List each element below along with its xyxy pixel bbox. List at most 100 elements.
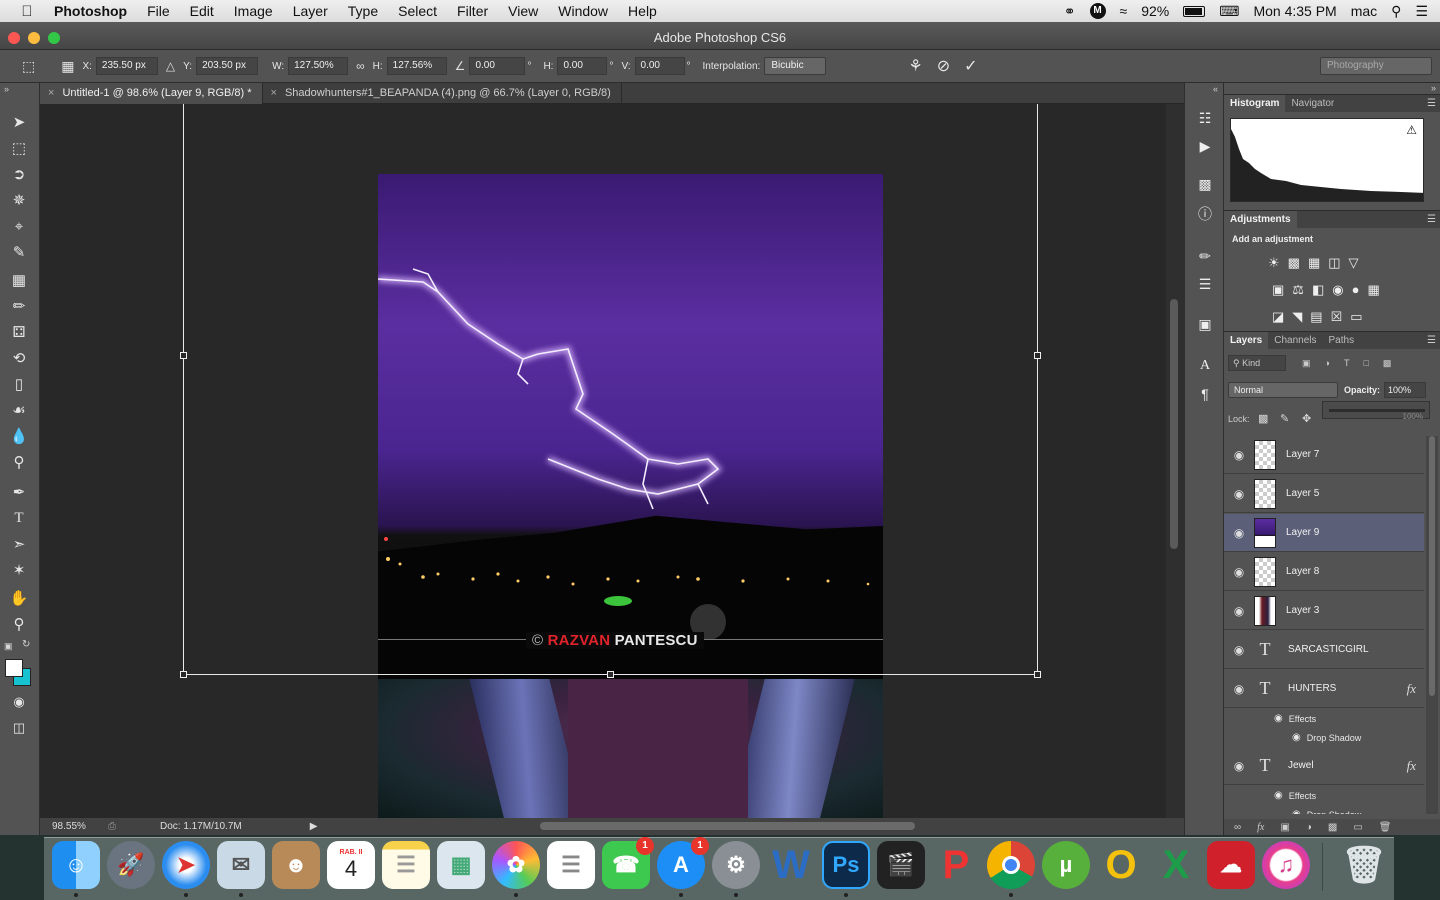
malwarebytes-icon[interactable]: M — [1089, 3, 1106, 19]
link-icon[interactable]: ∞ — [356, 59, 365, 73]
layer-row[interactable]: ◉ Layer 3 — [1224, 592, 1424, 630]
app-store-icon[interactable]: A1 — [657, 837, 709, 889]
menu-filter[interactable]: Filter — [447, 3, 498, 19]
3d-tool-icon[interactable]: ✶ — [6, 559, 32, 581]
facetime-icon[interactable]: ☎ 1 — [602, 837, 654, 889]
magic-wand-tool-icon[interactable]: ✵ — [6, 189, 32, 211]
y-position-field[interactable]: 203.50 px — [196, 57, 259, 75]
wps-presentation-icon[interactable]: P — [932, 841, 980, 889]
curves-icon[interactable]: ▦ — [1308, 255, 1328, 270]
panel-menu-icon[interactable]: ☰ — [1427, 214, 1436, 225]
marquee-tool-icon[interactable]: ⬚ — [6, 137, 32, 159]
brush-tool-icon[interactable]: ✏ — [6, 295, 32, 317]
add-layer-style-icon[interactable]: fx — [1257, 822, 1264, 833]
vertical-scroll-thumb[interactable] — [1170, 299, 1178, 549]
type-tool-icon[interactable]: T — [6, 507, 32, 529]
reminders-icon[interactable]: ☰ — [547, 841, 595, 889]
layer-row[interactable]: ◉ T Jewel fx — [1224, 747, 1424, 785]
layer-name[interactable]: Layer 7 — [1286, 449, 1319, 460]
zoom-level[interactable]: 98.55% — [52, 821, 98, 832]
add-mask-icon[interactable]: ▣ — [1280, 822, 1289, 833]
history-brush-tool-icon[interactable]: ⟲ — [6, 347, 32, 369]
relative-position-icon[interactable]: △ — [166, 59, 175, 73]
drop-shadow-eye-icon[interactable]: ◉ — [1292, 732, 1301, 743]
brush-presets-panel-icon[interactable]: ✏ — [1193, 245, 1217, 267]
visibility-eye-icon[interactable]: ◉ — [1224, 643, 1254, 657]
info-panel-icon[interactable]: ⓘ — [1193, 203, 1217, 225]
battery-percent[interactable]: 92% — [1141, 3, 1169, 19]
layer-name[interactable]: HUNTERS — [1288, 683, 1336, 694]
levels-icon[interactable]: ▩ — [1288, 255, 1308, 270]
menu-window[interactable]: Window — [548, 3, 618, 19]
layer-name[interactable]: Jewel — [1288, 760, 1314, 771]
effects-row[interactable]: ◉ Effects — [1224, 709, 1424, 728]
3d-panel-icon[interactable]: ▩ — [1193, 173, 1217, 195]
layer-row-selected[interactable]: ◉ Layer 9 — [1224, 514, 1424, 552]
layer-row[interactable]: ◉ T HUNTERS fx — [1224, 670, 1424, 708]
paint-bucket-tool-icon[interactable]: ☙ — [6, 399, 32, 421]
link-layers-icon[interactable]: ∞ — [1234, 822, 1241, 833]
drop-shadow-row[interactable]: ◉ Drop Shadow — [1224, 728, 1424, 747]
tab-channels[interactable]: Channels — [1268, 332, 1322, 350]
transform-bounding-box[interactable] — [180, 104, 1041, 678]
properties-panel-icon[interactable]: ☰ — [1193, 273, 1217, 295]
brightness-contrast-icon[interactable]: ☀ — [1268, 255, 1288, 270]
visibility-eye-icon[interactable]: ◉ — [1224, 487, 1254, 501]
healing-brush-tool-icon[interactable]: ▦ — [6, 269, 32, 291]
safari-icon[interactable]: ➤ — [162, 841, 210, 889]
move-tool-icon[interactable]: ➤ — [6, 111, 32, 133]
layers-scrollbar[interactable] — [1426, 436, 1438, 814]
canvas-area[interactable]: © RAZVAN PANTESCU — [40, 104, 1166, 818]
drop-shadow-row[interactable]: ◉ Drop Shadow — [1224, 805, 1424, 814]
tab-shadowhunters[interactable]: × Shadowhunters#1_BEAPANDA (4).png @ 66.7… — [263, 83, 622, 104]
tab-layers[interactable]: Layers — [1224, 331, 1269, 350]
exposure-icon[interactable]: ◫ — [1328, 255, 1348, 270]
menu-image[interactable]: Image — [224, 3, 283, 19]
transform-handle[interactable] — [1034, 352, 1041, 359]
tab-untitled-1[interactable]: × Untitled-1 @ 98.6% (Layer 9, RGB/8) * — [40, 83, 263, 104]
panel-collapse-icon[interactable]: » — [1431, 83, 1436, 93]
hue-saturation-icon[interactable]: ▣ — [1272, 282, 1292, 297]
notes-icon[interactable]: ☰ — [382, 841, 430, 889]
opacity-slider-popup[interactable]: 100% — [1322, 401, 1430, 421]
effects-eye-icon[interactable]: ◉ — [1274, 790, 1283, 801]
layers-scroll-thumb[interactable] — [1429, 436, 1435, 696]
eyedropper-tool-icon[interactable]: ✎ — [6, 241, 32, 263]
opera-icon[interactable]: O — [1097, 841, 1145, 889]
actions-panel-icon[interactable]: ▶ — [1193, 135, 1217, 157]
panel-menu-icon[interactable]: ☰ — [1427, 98, 1436, 109]
tab-adjustments[interactable]: Adjustments — [1224, 210, 1297, 229]
type-filter-icon[interactable]: T — [1344, 358, 1350, 368]
layer-name[interactable]: Layer 8 — [1286, 566, 1319, 577]
preview-icon[interactable]: ▦ — [437, 841, 485, 889]
history-panel-icon[interactable]: ☷ — [1193, 107, 1217, 129]
notification-center-icon[interactable]: ☰ — [1415, 3, 1428, 20]
lasso-tool-icon[interactable]: ➲ — [6, 163, 32, 185]
transform-handle[interactable] — [607, 671, 614, 678]
visibility-eye-icon[interactable]: ◉ — [1224, 682, 1254, 696]
panel-expand-icon[interactable]: « — [1213, 84, 1218, 94]
eraser-tool-icon[interactable]: ▯ — [6, 373, 32, 395]
default-colors-icon[interactable]: ▣ — [4, 641, 13, 652]
menu-app-name[interactable]: Photoshop — [54, 3, 137, 19]
excel-icon[interactable]: X — [1152, 841, 1200, 889]
tab-histogram[interactable]: Histogram — [1224, 94, 1286, 113]
blur-tool-icon[interactable]: 💧 — [6, 425, 32, 447]
adjustment-filter-icon[interactable]: ◑ — [1325, 358, 1330, 368]
crop-tool-icon[interactable]: ⌖ — [6, 215, 32, 237]
lock-position-icon[interactable]: ✥ — [1302, 412, 1311, 425]
status-menu-arrow-icon[interactable]: ▶ — [310, 821, 318, 832]
dodge-tool-icon[interactable]: ⚲ — [6, 451, 32, 473]
pixel-filter-icon[interactable]: ▣ — [1302, 358, 1311, 369]
utorrent-icon[interactable]: µ — [1042, 841, 1090, 889]
layer-fx-icon[interactable]: fx — [1407, 758, 1416, 774]
clone-source-panel-icon[interactable]: ▣ — [1193, 313, 1217, 335]
transform-handle[interactable] — [180, 671, 187, 678]
delete-layer-icon[interactable]: 🗑 — [1379, 822, 1392, 833]
kind-filter-select[interactable]: ⚲ Kind — [1228, 355, 1286, 371]
x-position-field[interactable]: 235.50 px — [95, 57, 158, 75]
warning-icon[interactable]: ⚠ — [1406, 123, 1417, 137]
interpolation-select[interactable]: Bicubic — [764, 57, 827, 75]
visibility-eye-icon[interactable]: ◉ — [1224, 759, 1254, 773]
word-icon[interactable]: W — [767, 841, 815, 889]
